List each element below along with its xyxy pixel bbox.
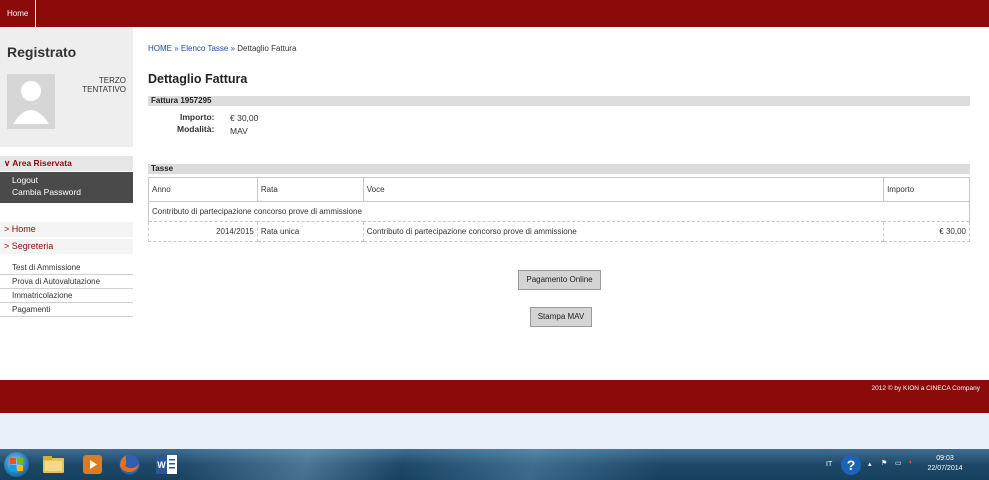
copyright-text: 2012 © by KION a CINECA Company — [871, 385, 980, 392]
breadcrumb-elenco-tasse[interactable]: Elenco Tasse — [181, 44, 228, 53]
cell-voce: Contributo di partecipazione concorso pr… — [362, 221, 885, 242]
file-explorer-icon[interactable] — [40, 452, 67, 477]
sidebar-item-home[interactable]: > Home — [0, 222, 133, 237]
home-tab[interactable]: Home — [0, 0, 37, 27]
sidebar-item-label: Segreteria — [11, 241, 54, 251]
modalita-label: Modalità: — [177, 124, 215, 134]
pagamento-online-button[interactable]: Pagamento Online — [518, 270, 601, 290]
cell-rata: Rata unica — [256, 221, 364, 242]
word-icon[interactable]: W — [153, 452, 180, 477]
breadcrumb-separator: » — [174, 44, 179, 53]
sidebar-item-label: Home — [11, 224, 36, 234]
fattura-header: Fattura 1957295 — [148, 96, 970, 106]
sidebar-title: Registrato — [7, 44, 77, 60]
action-center-flag-icon[interactable]: ⚑ — [881, 459, 887, 467]
chevron-right-icon: > — [4, 241, 12, 251]
column-header-rata: Rata — [256, 177, 364, 202]
clock-time[interactable]: 09:03 — [930, 455, 960, 462]
svg-text:W: W — [157, 460, 166, 470]
breadcrumb-separator: » — [230, 44, 236, 53]
page-title: Dettaglio Fattura — [148, 72, 248, 86]
area-riservata-label: Area Riservata — [12, 158, 72, 168]
column-header-importo: Importo — [883, 177, 970, 202]
sidebar-subitem-pagamenti[interactable]: Pagamenti — [0, 304, 133, 317]
clock-date[interactable]: 22/07/2014 — [925, 465, 965, 472]
tasse-header: Tasse — [148, 164, 970, 174]
tasse-table: Anno Rata Voce Importo Contributo di par… — [148, 177, 970, 242]
breadcrumb: HOME » Elenco Tasse » Dettaglio Fattura — [148, 44, 296, 53]
area-riservata-header[interactable]: ∨ Area Riservata — [0, 156, 133, 171]
cell-anno: 2014/2015 — [148, 221, 258, 242]
top-navbar: Home — [0, 0, 989, 27]
column-header-voce: Voce — [362, 177, 885, 202]
table-row: 2014/2015 Rata unica Contributo di parte… — [148, 221, 970, 242]
stampa-mav-button[interactable]: Stampa MAV — [530, 307, 592, 327]
page-footer: 2012 © by KION a CINECA Company — [0, 380, 989, 413]
table-header-row: Anno Rata Voce Importo — [148, 177, 970, 202]
breadcrumb-home[interactable]: HOME — [148, 44, 172, 53]
user-placeholder-icon — [7, 74, 55, 129]
column-header-anno: Anno — [148, 177, 258, 202]
taskbar-decoration — [180, 449, 820, 480]
cell-importo: € 30,00 — [883, 221, 970, 242]
avatar — [7, 74, 55, 129]
volume-icon[interactable]: ◖ — [908, 459, 912, 466]
network-icon[interactable]: ▭ — [895, 459, 902, 467]
table-group-row: Contributo di partecipazione concorso pr… — [148, 201, 970, 222]
chevron-right-icon: > — [4, 224, 12, 234]
importo-value: € 30,00 — [230, 113, 259, 123]
firefox-icon[interactable] — [116, 452, 143, 477]
taskbar: W IT ? ▴ ⚑ ▭ ◖ 09:03 22/07/2014 — [0, 449, 989, 480]
modalita-value: MAV — [230, 126, 248, 136]
language-indicator[interactable]: IT — [826, 461, 832, 468]
windows-start-icon[interactable] — [4, 452, 29, 477]
area-riservata-menu: Logout Cambia Password — [0, 172, 133, 203]
help-icon[interactable]: ? — [841, 455, 861, 475]
importo-label: Importo: — [180, 112, 215, 122]
sidebar-subitem-immatricolazione[interactable]: Immatricolazione — [0, 290, 133, 303]
media-player-icon[interactable] — [79, 452, 106, 477]
user-panel: Registrato TERZO TENTATIVO — [0, 27, 133, 147]
user-name: TERZO TENTATIVO — [82, 76, 126, 94]
logout-link[interactable]: Logout — [12, 175, 38, 185]
sidebar: Registrato TERZO TENTATIVO ∨ Area Riserv… — [0, 27, 133, 380]
breadcrumb-current: Dettaglio Fattura — [237, 44, 297, 53]
sidebar-subitem-autovalutazione[interactable]: Prova di Autovalutazione — [0, 276, 133, 289]
sidebar-subitem-test-ammissione[interactable]: Test di Ammissione — [0, 262, 133, 275]
change-password-link[interactable]: Cambia Password — [12, 187, 81, 197]
page-bottom-spacer — [0, 413, 989, 449]
show-hidden-icons[interactable]: ▴ — [868, 460, 872, 468]
group-label: Contributo di partecipazione concorso pr… — [148, 201, 970, 222]
sidebar-item-segreteria[interactable]: > Segreteria — [0, 239, 133, 254]
